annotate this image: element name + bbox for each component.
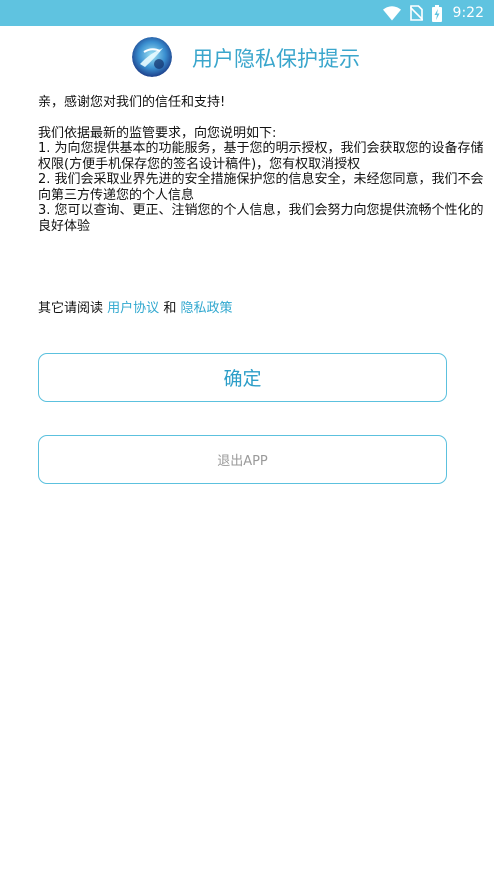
- policy-prefix: 其它请阅读: [38, 301, 104, 316]
- privacy-content: 亲，感谢您对我们的信任和支持! 我们依据最新的监管要求，向您说明如下: 1. 为…: [38, 95, 488, 234]
- privacy-item-2: 2. 我们会采取业界先进的安全措施保护您的信息安全，未经您同意，我们不会向第三方…: [38, 172, 484, 203]
- intro-text: 我们依据最新的监管要求，向您说明如下:: [38, 125, 277, 141]
- privacy-item-1: 1. 为向您提供基本的功能服务，基于您的明示授权，我们会获取您的设备存储权限(方…: [38, 141, 484, 172]
- status-time: 9:22: [452, 5, 484, 21]
- battery-charging-icon: [431, 4, 442, 22]
- status-icons: 9:22: [382, 0, 484, 26]
- dialog-title: 用户隐私保护提示: [192, 47, 360, 71]
- dialog-header: 用户隐私保护提示: [0, 26, 494, 92]
- confirm-button[interactable]: 确定: [38, 353, 447, 402]
- policy-conjunction: 和: [163, 301, 177, 316]
- exit-app-button[interactable]: 退出APP: [38, 435, 447, 484]
- policy-links-line: 其它请阅读 用户协议 和 隐私政策: [38, 301, 232, 317]
- user-agreement-link[interactable]: 用户协议: [107, 301, 159, 316]
- wifi-icon: [382, 5, 401, 21]
- privacy-policy-link[interactable]: 隐私政策: [180, 301, 232, 316]
- privacy-item-3: 3. 您可以查询、更正、注销您的个人信息，我们会努力向您提供流畅个性化的良好体验: [38, 203, 484, 234]
- app-logo-icon: [132, 37, 172, 77]
- greeting-text: 亲，感谢您对我们的信任和支持!: [38, 95, 226, 110]
- status-bar: 9:22: [0, 0, 494, 26]
- no-sim-icon: [409, 5, 423, 21]
